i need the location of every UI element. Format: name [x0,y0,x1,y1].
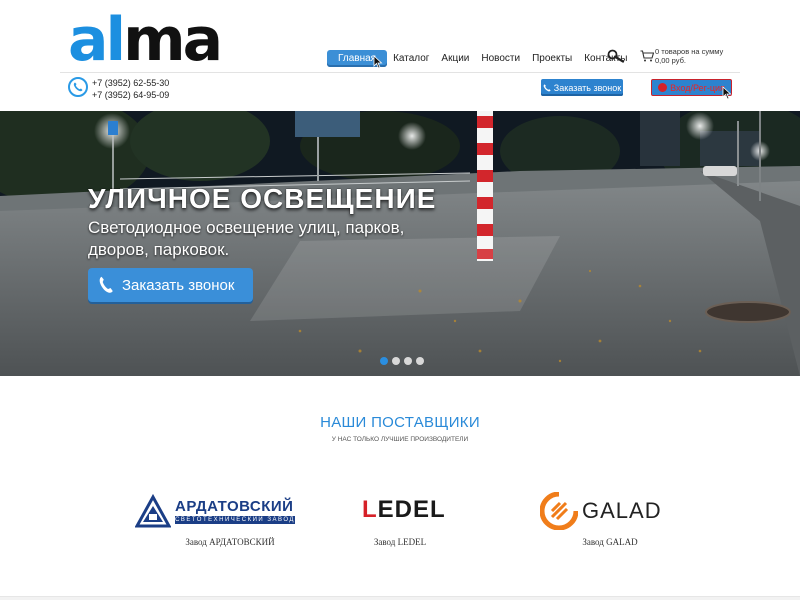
hero-subtitle: Светодиодное освещение улиц, парков, дво… [88,218,405,259]
ledel-logo-letter: L [362,496,378,523]
phone-number-1[interactable]: +7 (3952) 62-55-30 [92,77,169,89]
slider-dot-3[interactable] [404,357,412,365]
suppliers-title: НАШИ ПОСТАВЩИКИ [320,414,480,431]
header-divider [60,72,740,73]
hero-request-call-label: Заказать звонок [122,276,235,294]
brand-logo-ardatovsky[interactable]: АРДАТОВСКИЙ СВЕТОТЕХНИЧЕСКИЙ ЗАВОД [135,490,295,530]
contact-phones: +7 (3952) 62-55-30 +7 (3952) 64-95-09 [92,77,169,101]
request-call-label: Заказать звонок [553,82,622,93]
mouse-cursor-icon [722,86,732,100]
brand-caption-ledel[interactable]: Завод LEDEL [340,537,460,547]
suppliers-subtitle: У НАС ТОЛЬКО ЛУЧШИЕ ПРОИЗВОДИТЕЛИ [331,436,469,443]
nav-item-promotions[interactable]: Акции [435,50,475,67]
slider-dot-1[interactable] [380,357,388,365]
ardatovsky-emblem-icon [135,494,171,528]
nav-item-projects[interactable]: Проекты [526,50,578,67]
cart-summary[interactable]: 0 товаров на сумму 0,00 руб. [655,47,745,65]
cart-items-count: 0 товаров на сумму [655,47,724,56]
galad-logo-text: GALAD [582,498,662,523]
cart-icon[interactable] [640,50,654,62]
nav-item-contacts[interactable]: Контакты [578,50,633,67]
login-register-label: Вход/Рег-ция [670,82,725,93]
galad-emblem-icon [540,492,578,530]
slider-dot-2[interactable] [392,357,400,365]
logo-part-ma: ma [123,5,223,75]
slider-pagination [380,357,424,365]
login-icon [658,83,668,92]
request-call-button-top[interactable]: Заказать звонок [541,79,623,96]
ledel-logo-rest: EDEL [377,496,446,523]
brand-caption-ardatovsky[interactable]: Завод АРДАТОВСКИЙ [135,537,325,547]
brand-logo-galad[interactable]: GALAD [540,490,670,530]
cart-total: 0,00 руб. [655,56,686,65]
phone-number-2[interactable]: +7 (3952) 64-95-09 [92,89,169,101]
nav-item-news[interactable]: Новости [475,50,526,67]
search-icon[interactable] [607,49,625,63]
footer-border [0,596,800,600]
nav-item-catalog[interactable]: Каталог [387,50,435,67]
ardatovsky-logo-text: АРДАТОВСКИЙ [175,498,294,515]
hero-title: УЛИЧНОЕ ОСВЕЩЕНИЕ [88,183,437,214]
brand-caption-galad[interactable]: Завод GALAD [550,537,670,547]
login-register-button[interactable]: Вход/Рег-ция [651,79,732,96]
logo-part-al: al [68,5,126,75]
ardatovsky-logo-subtext: СВЕТОТЕХНИЧЕСКИЙ ЗАВОД [175,516,295,524]
phone-icon [99,276,113,293]
phone-icon [68,77,88,97]
site-logo[interactable]: alma [68,10,223,70]
phone-icon [543,83,551,91]
brand-logo-ledel[interactable]: LEDEL [362,490,462,530]
page: alma Главная Каталог Акции Новости Проек… [0,0,800,600]
hero-request-call-button[interactable]: Заказать звонок [88,268,253,302]
hero-slider[interactable]: УЛИЧНОЕ ОСВЕЩЕНИЕ Светодиодное освещение… [0,111,800,376]
slider-dot-4[interactable] [416,357,424,365]
mouse-cursor-icon [373,55,383,69]
